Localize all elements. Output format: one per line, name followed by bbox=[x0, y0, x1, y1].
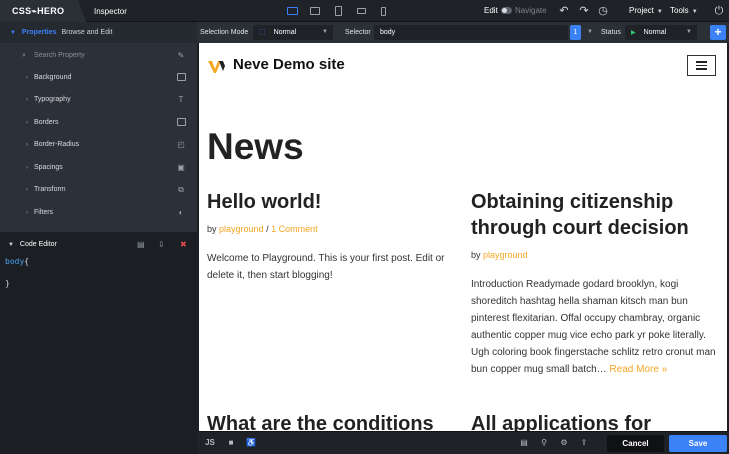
edit-icon[interactable]: ✎ bbox=[176, 51, 186, 61]
search-property[interactable]: ⌕ Search Property ✎ bbox=[0, 45, 197, 67]
add-button[interactable]: + bbox=[710, 25, 726, 40]
post-title[interactable]: All applications for bbox=[471, 411, 721, 431]
comments-link[interactable]: 1 Comment bbox=[271, 224, 318, 234]
author-link[interactable]: playground bbox=[219, 224, 264, 234]
post-excerpt: Welcome to Playground. This is your firs… bbox=[207, 253, 445, 281]
undo-icon[interactable]: ↶ bbox=[556, 3, 572, 19]
status-select[interactable]: ▶ Normal ▼ bbox=[625, 25, 697, 40]
chevron-right-icon: › bbox=[26, 165, 28, 171]
edit-mode-label: Edit bbox=[484, 6, 498, 15]
property-border-radius[interactable]: › Border-Radius ◰ bbox=[0, 134, 197, 156]
filter-icon: ◐ bbox=[178, 208, 184, 217]
laptop-icon[interactable] bbox=[308, 4, 322, 18]
neve-logo-icon[interactable] bbox=[208, 60, 228, 74]
selection-icon: ⬚ bbox=[259, 29, 266, 36]
chevron-right-icon: › bbox=[26, 142, 28, 148]
cancel-button[interactable]: Cancel bbox=[607, 435, 664, 452]
chevron-right-icon: › bbox=[26, 210, 28, 216]
tab-inspector[interactable]: Inspector bbox=[86, 0, 146, 22]
chevron-down-icon: ▼ bbox=[322, 29, 328, 35]
chevron-down-icon: ▼ bbox=[8, 242, 14, 248]
navigate-mode-label: Navigate bbox=[515, 6, 547, 15]
search-icon: ⌕ bbox=[22, 52, 26, 59]
selection-mode-select[interactable]: ⬚ Normal ▼ bbox=[253, 25, 333, 40]
accessibility-icon[interactable]: ♿ bbox=[244, 436, 258, 450]
selector-match-count: 1 bbox=[570, 25, 581, 40]
video-icon[interactable]: ■ bbox=[224, 436, 238, 450]
desktop-icon[interactable] bbox=[285, 4, 299, 18]
selection-mode-label: Selection Mode bbox=[200, 29, 249, 36]
post-title[interactable]: Hello world! bbox=[207, 189, 457, 215]
layout-icon[interactable]: ▤ bbox=[517, 436, 531, 450]
selector-toolbar: Selection Mode ⬚ Normal ▼ Selector body … bbox=[197, 22, 729, 43]
read-more-link[interactable]: Read More » bbox=[609, 364, 667, 375]
image-icon bbox=[176, 73, 186, 83]
trash-icon[interactable]: ✖ bbox=[180, 237, 187, 253]
gear-icon[interactable]: ⚙ bbox=[557, 436, 571, 450]
code-line-1: body{ bbox=[5, 257, 30, 266]
author-link[interactable]: playground bbox=[483, 250, 528, 260]
radius-icon: ◰ bbox=[177, 140, 185, 149]
tablet-icon[interactable] bbox=[331, 4, 345, 18]
site-title[interactable]: Neve Demo site bbox=[233, 56, 345, 73]
tools-menu[interactable]: Tools ▼ bbox=[670, 0, 698, 23]
mobile-icon[interactable] bbox=[376, 4, 390, 18]
chevron-down-icon[interactable]: ▼ bbox=[587, 22, 593, 43]
text-icon: T bbox=[178, 95, 184, 104]
chevron-down-icon: ▼ bbox=[686, 29, 692, 35]
power-icon[interactable]: ⏻ bbox=[711, 3, 727, 19]
selector-label: Selector bbox=[345, 29, 371, 36]
post-title[interactable]: Obtaining citizenship through court deci… bbox=[471, 189, 721, 241]
status-label: Status bbox=[601, 29, 621, 36]
spacing-icon: ▣ bbox=[177, 163, 185, 172]
export-icon[interactable]: ⇪ bbox=[577, 436, 591, 450]
edit-navigate-toggle[interactable] bbox=[501, 7, 512, 14]
chevron-down-icon: ▼ bbox=[10, 30, 16, 36]
tablet-landscape-icon[interactable] bbox=[354, 4, 368, 18]
properties-header[interactable]: ▼ Properties Browse and Edit bbox=[0, 22, 197, 43]
property-filters[interactable]: › Filters ◐ bbox=[0, 202, 197, 224]
code-editor-header[interactable]: ▼ Code Editor ▤ ⇩ ✖ bbox=[0, 237, 197, 253]
save-button[interactable]: Save bbox=[669, 435, 727, 452]
property-background[interactable]: › Background bbox=[0, 67, 197, 89]
hierarchy-icon[interactable]: ⚲ bbox=[537, 436, 551, 450]
bottom-bar: JS ■ ♿ ▤ ⚲ ⚙ ⇪ Cancel Save bbox=[197, 431, 729, 454]
code-selector: body bbox=[5, 257, 25, 266]
property-borders[interactable]: › Borders bbox=[0, 112, 197, 134]
chevron-right-icon: › bbox=[26, 120, 28, 126]
post-meta: by playground bbox=[471, 250, 528, 260]
chevron-down-icon: ▼ bbox=[691, 9, 698, 15]
property-typography[interactable]: › Typography T bbox=[0, 89, 197, 111]
selector-input[interactable]: body bbox=[374, 25, 568, 40]
play-icon: ▶ bbox=[631, 30, 636, 36]
post-meta: by playground / 1 Comment bbox=[207, 224, 318, 234]
page-title: News bbox=[207, 126, 304, 167]
menu-icon[interactable] bbox=[687, 55, 716, 76]
post-title[interactable]: What are the conditions bbox=[207, 411, 467, 431]
redo-icon[interactable]: ↷ bbox=[576, 3, 592, 19]
transform-icon: ⧉ bbox=[178, 185, 184, 194]
save-file-icon[interactable]: ▤ bbox=[137, 237, 145, 253]
chevron-right-icon: › bbox=[26, 187, 28, 193]
code-editor[interactable]: body{ } bbox=[0, 253, 197, 431]
property-transform[interactable]: › Transform ⧉ bbox=[0, 179, 197, 201]
chevron-right-icon: › bbox=[26, 75, 28, 81]
app-logo: CSS⌁HERO bbox=[0, 0, 86, 22]
chevron-right-icon: › bbox=[26, 97, 28, 103]
property-spacings[interactable]: › Spacings ▣ bbox=[0, 157, 197, 179]
border-icon bbox=[176, 118, 186, 128]
js-button[interactable]: JS bbox=[203, 436, 217, 450]
history-icon[interactable]: ◷ bbox=[595, 3, 611, 19]
code-line-3: } bbox=[5, 279, 10, 288]
post-excerpt: Introduction Readymade godard brooklyn, … bbox=[471, 279, 716, 375]
download-icon[interactable]: ⇩ bbox=[158, 237, 165, 253]
site-preview[interactable]: Neve Demo site News Hello world! by play… bbox=[199, 43, 727, 431]
chevron-down-icon: ▼ bbox=[656, 9, 663, 15]
project-menu[interactable]: Project ▼ bbox=[629, 0, 663, 23]
properties-panel: ⌕ Search Property ✎ › Background › Typog… bbox=[0, 43, 197, 232]
